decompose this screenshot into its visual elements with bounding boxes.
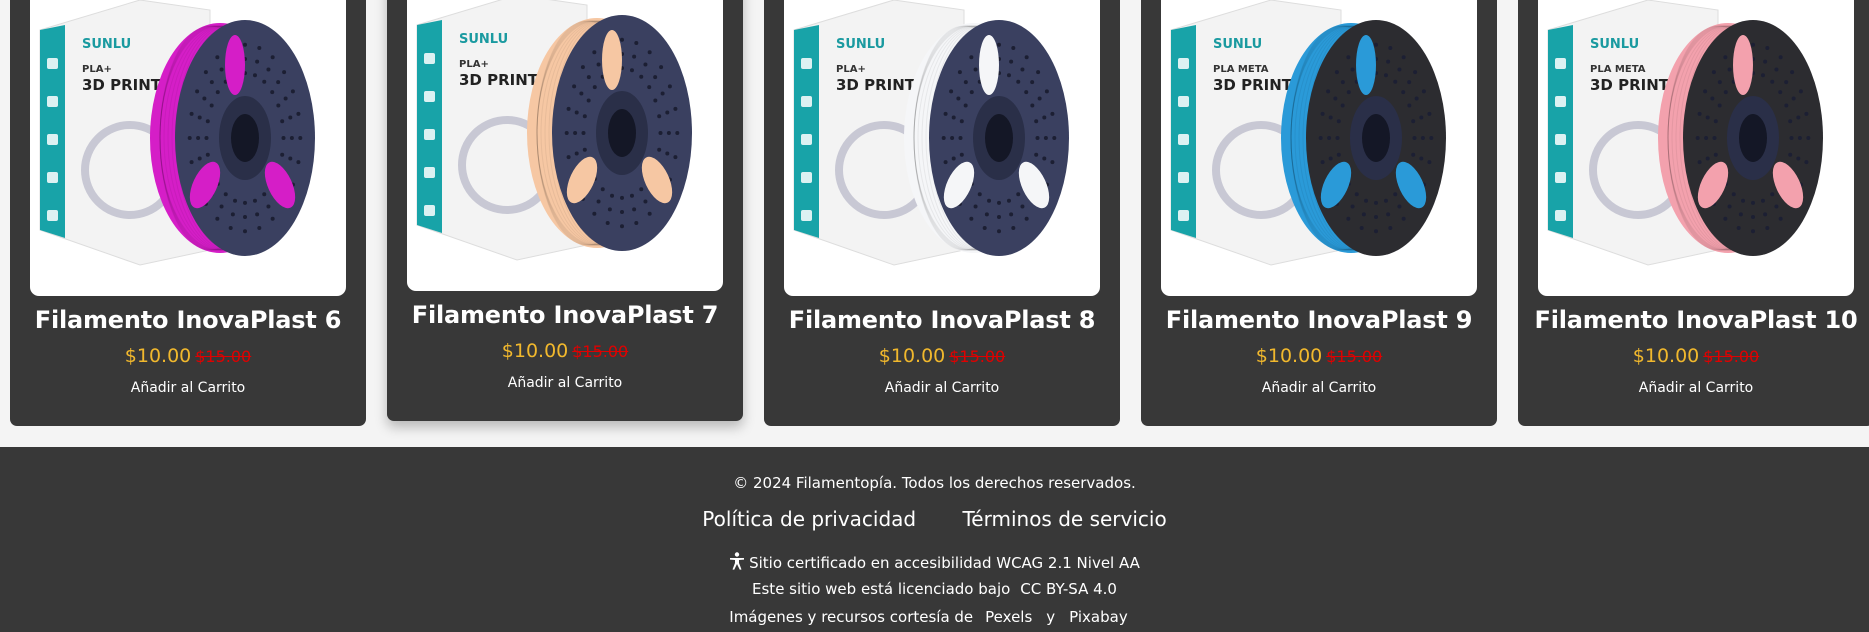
site-footer: © 2024 Filamentopía. Todos los derechos … [0, 447, 1869, 632]
current-price: $10.00 [124, 345, 192, 367]
product-prices: $10.00 $15.00 [1518, 345, 1869, 367]
product-card[interactable]: SUNLU PLA META 3D PRINT Filamento InovaPlas… [1518, 0, 1869, 426]
original-price: $15.00 [1326, 347, 1383, 366]
pexels-link[interactable]: Pexels [985, 608, 1032, 626]
product-card[interactable]: SUNLU PLA+ 3D PRINTIN Filamento InovaPlast … [387, 0, 743, 421]
box-product-text: PLA META [1590, 64, 1646, 75]
add-to-cart-button[interactable]: Añadir al Carrito [1518, 380, 1869, 396]
box-product-text: PLA META [1213, 64, 1269, 75]
filament-spool-illustration: SUNLUPLA+3D PRINTIN [39, 0, 315, 266]
current-price: $10.00 [1255, 345, 1323, 367]
product-title: Filamento InovaPlast 7 [411, 301, 719, 329]
product-image[interactable]: SUNLU PLA+ 3D PRINTIN [407, 0, 723, 291]
privacy-link[interactable]: Política de privacidad [702, 507, 916, 531]
original-price: $15.00 [195, 347, 252, 366]
pixabay-link[interactable]: Pixabay [1069, 608, 1128, 626]
product-image[interactable]: SUNLU PLA META 3D PRINT [1538, 0, 1854, 296]
credits-note: Imágenes y recursos cortesía de Pexels y Pi… [0, 608, 1869, 626]
add-to-cart-button[interactable]: Añadir al Carrito [1141, 380, 1497, 396]
box-product-text: PLA+ [82, 64, 112, 75]
filament-spool-illustration: SUNLU PLA META3D PRINT [1170, 0, 1446, 266]
product-grid: SUNLU PLA+ 3D PRINTIN Filamento InovaPlast … [0, 0, 1869, 447]
product-image[interactable]: SUNLU PLA META 3D PRINT [1161, 0, 1477, 296]
box-brand-text: SUNLU [836, 37, 885, 52]
box-title-text: 3D PRINT [1213, 76, 1293, 94]
accessibility-icon [729, 552, 745, 574]
product-card[interactable]: SUNLU PLA+ 3D PRINTIN Filamento InovaPlast … [764, 0, 1120, 426]
product-card[interactable]: SUNLU PLA+ 3D PRINTIN Filamento InovaPlast … [10, 0, 366, 426]
current-price: $10.00 [1632, 345, 1700, 367]
box-brand-text: SUNLU [82, 37, 131, 52]
filament-spool-illustration: SUNLU PLA META3D PRINT [1547, 0, 1823, 266]
add-to-cart-button[interactable]: Añadir al Carrito [764, 380, 1120, 396]
box-product-text: PLA+ [459, 59, 489, 70]
filament-spool-illustration: SUNLUPLA+3D PRINTIN [793, 0, 1069, 266]
license-note: Este sitio web está licenciado bajo CC BY… [0, 580, 1869, 598]
current-price: $10.00 [501, 340, 569, 362]
original-price: $15.00 [949, 347, 1006, 366]
product-image[interactable]: SUNLU PLA+ 3D PRINTIN [784, 0, 1100, 296]
current-price: $10.00 [878, 345, 946, 367]
product-title: Filamento InovaPlast 10 [1534, 306, 1858, 334]
add-to-cart-button[interactable]: Añadir al Carrito [10, 380, 366, 396]
product-prices: $10.00 $15.00 [1141, 345, 1497, 367]
original-price: $15.00 [1703, 347, 1760, 366]
box-brand-text: SUNLU [1590, 37, 1639, 52]
box-brand-text: SUNLU [459, 32, 508, 47]
product-title: Filamento InovaPlast 6 [34, 306, 342, 334]
filament-spool-illustration: SUNLUPLA+3D PRINTIN [416, 0, 692, 261]
product-prices: $10.00 $15.00 [387, 340, 743, 362]
product-title: Filamento InovaPlast 9 [1165, 306, 1473, 334]
product-prices: $10.00 $15.00 [10, 345, 366, 367]
box-product-text: PLA+ [836, 64, 866, 75]
product-image[interactable]: SUNLU PLA+ 3D PRINTIN [30, 0, 346, 296]
copyright-text: © 2024 Filamentopía. Todos los derechos … [733, 474, 1136, 492]
accessibility-note: Sitio certificado en accesibilidad WCAG … [0, 552, 1869, 574]
product-card[interactable]: SUNLU PLA META 3D PRINT Filamento InovaPlas… [1141, 0, 1497, 426]
box-brand-text: SUNLU [1213, 37, 1262, 52]
accessibility-text: Sitio certificado en accesibilidad WCAG … [749, 554, 1140, 572]
license-link[interactable]: CC BY-SA 4.0 [1020, 580, 1117, 598]
box-title-text: 3D PRINT [1590, 76, 1670, 94]
credits-and: y [1046, 608, 1056, 626]
original-price: $15.00 [572, 342, 629, 361]
credits-text: Imágenes y recursos cortesía de [729, 608, 974, 626]
license-text: Este sitio web está licenciado bajo [752, 580, 1011, 598]
terms-link[interactable]: Términos de servicio [962, 507, 1166, 531]
add-to-cart-button[interactable]: Añadir al Carrito [387, 375, 743, 391]
product-prices: $10.00 $15.00 [764, 345, 1120, 367]
footer-links: Política de privacidad Términos de servi… [0, 507, 1869, 531]
product-title: Filamento InovaPlast 8 [788, 306, 1096, 334]
